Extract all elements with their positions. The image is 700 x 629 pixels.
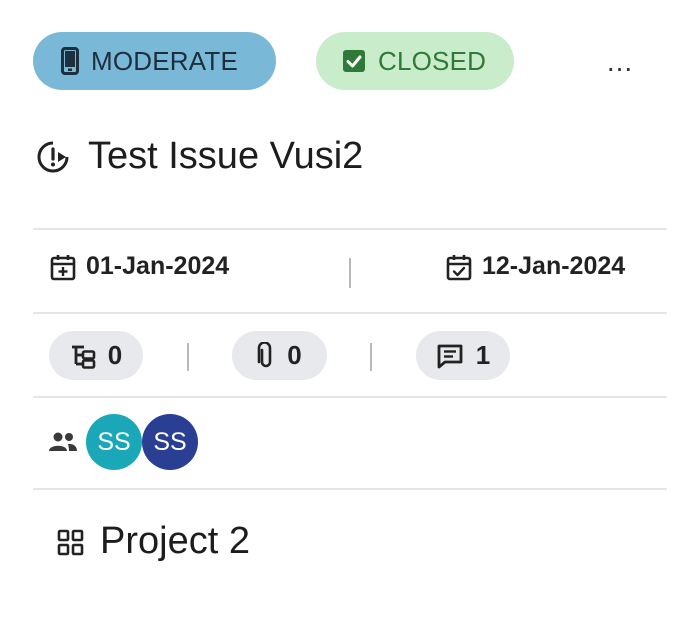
avatar[interactable]: SS [86,414,142,470]
subtasks-count-chip[interactable]: 0 [49,331,143,380]
paperclip-icon [257,341,275,370]
comments-count-chip[interactable]: 1 [416,331,510,380]
divider [33,488,667,490]
date-separator [349,258,351,288]
end-date: 12-Jan-2024 [446,252,625,281]
start-date: 01-Jan-2024 [50,252,229,281]
end-date-value: 12-Jan-2024 [482,252,626,280]
project-row[interactable]: Project 2 [56,520,250,563]
divider [33,312,667,314]
subtasks-count: 0 [107,340,123,370]
issue-title-row: Test Issue Vusi2 [36,135,363,178]
attachments-count: 0 [287,340,302,370]
issue-title: Test Issue Vusi2 [88,135,364,177]
attachments-count-chip[interactable]: 0 [232,331,327,380]
count-separator [370,343,372,371]
calendar-check-icon [446,253,472,281]
status-label: CLOSED [378,45,487,76]
count-separator [187,343,189,371]
subtask-tree-icon [70,343,96,369]
more-options-button[interactable]: ... [600,42,640,82]
check-box-icon [342,49,366,73]
start-date-value: 01-Jan-2024 [86,252,230,280]
assignees: SS SS [48,414,198,470]
people-icon [48,431,78,453]
priority-badge[interactable]: MODERATE [33,32,276,90]
status-badge[interactable]: CLOSED [316,32,514,90]
grid-icon [56,527,86,557]
comments-count: 1 [475,340,491,370]
comment-icon [436,343,464,369]
divider [33,396,667,398]
phone-icon [61,47,79,75]
issue-clock-icon [36,140,70,174]
avatar[interactable]: SS [142,414,198,470]
project-name: Project 2 [100,520,250,562]
calendar-add-icon [50,253,76,281]
priority-label: MODERATE [91,45,239,76]
divider [33,228,667,230]
